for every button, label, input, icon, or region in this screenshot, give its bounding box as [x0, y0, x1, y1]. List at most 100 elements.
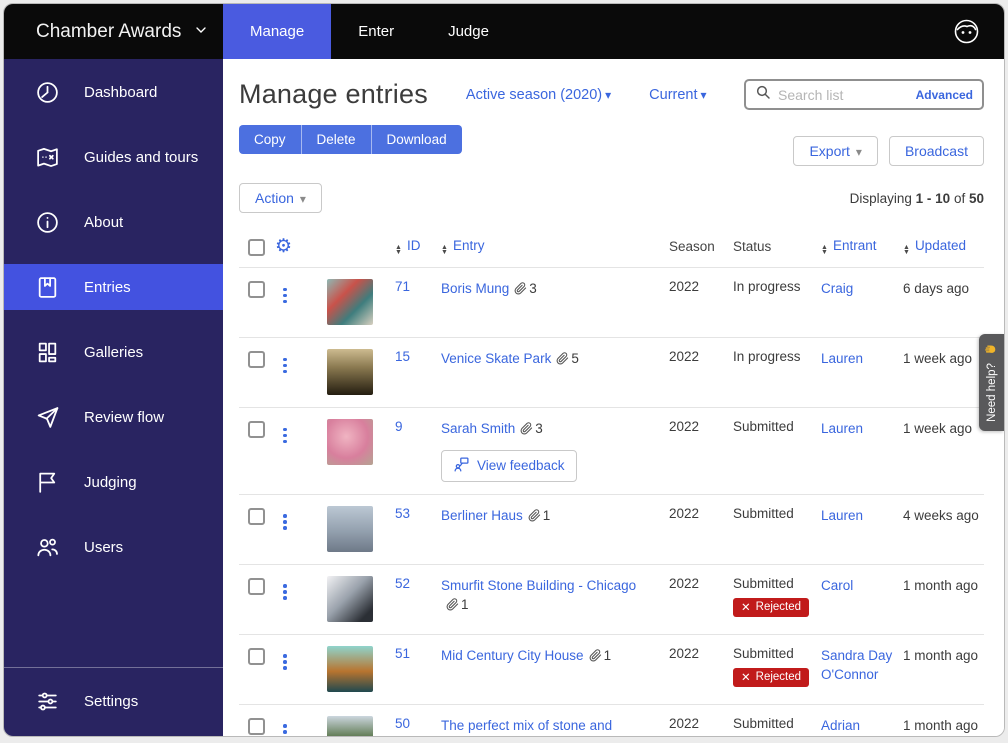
sidebar-item-galleries[interactable]: Galleries: [4, 329, 223, 375]
entry-title-link[interactable]: Mid Century City House: [441, 648, 584, 663]
entry-title-link[interactable]: Sarah Smith: [441, 421, 515, 436]
select-all-checkbox[interactable]: [248, 239, 265, 256]
entrant-link[interactable]: Craig: [821, 281, 853, 296]
org-name: Chamber Awards: [36, 20, 182, 42]
season-cell: 2022: [669, 645, 700, 661]
broadcast-button[interactable]: Broadcast: [888, 136, 984, 166]
status-cell: In progress ✕: [733, 279, 801, 294]
entry-thumbnail[interactable]: [327, 645, 373, 692]
sidebar-item-about[interactable]: About: [4, 199, 223, 245]
entry-id-link[interactable]: 50: [395, 716, 410, 731]
entrant-link[interactable]: Lauren: [821, 508, 863, 523]
sliders-icon: [34, 689, 60, 714]
table-row: 51 Mid Century City House 1 2022 Submitte…: [239, 633, 984, 704]
row-checkbox[interactable]: [248, 647, 265, 665]
season-cell: 2022: [669, 349, 700, 364]
season-cell: 2022: [669, 575, 700, 591]
top-tab-judge[interactable]: Judge: [421, 4, 516, 59]
row-menu-icon[interactable]: [275, 580, 295, 604]
sort-icon: ▲ ▼: [395, 244, 402, 256]
row-menu-icon[interactable]: [275, 510, 295, 534]
entry-title-link[interactable]: Boris Mung: [441, 281, 509, 296]
table-row: 71 Boris Mung3 2022 In progress ✕ Craig …: [239, 267, 984, 337]
entry-id-link[interactable]: 71: [395, 279, 410, 294]
org-switcher[interactable]: Chamber Awards: [4, 4, 223, 59]
entry-title-link[interactable]: Berliner Haus: [441, 508, 523, 523]
row-menu-icon[interactable]: [275, 354, 295, 378]
entrant-link[interactable]: Lauren: [821, 351, 863, 366]
table-row: 15 Venice Skate Park 5 2022 In progress ✕…: [239, 337, 984, 407]
entry-thumbnail[interactable]: [327, 419, 373, 465]
info-icon: [34, 210, 60, 235]
table-row: 53 Berliner Haus 1 2022 Submitted ✕ Laure…: [239, 493, 984, 564]
row-checkbox[interactable]: [248, 717, 265, 735]
bulk-button-group: Copy Delete Download: [239, 125, 462, 154]
sidebar-item-entries[interactable]: Entries: [4, 264, 223, 310]
row-checkbox[interactable]: [248, 507, 265, 525]
entry-id-link[interactable]: 9: [395, 419, 403, 434]
dashboard-icon: [34, 80, 60, 105]
copy-button[interactable]: Copy: [239, 125, 302, 154]
download-button[interactable]: Download: [371, 125, 462, 154]
entry-thumbnail[interactable]: [327, 505, 373, 552]
entrant-link[interactable]: Sandra Day O'Connor: [821, 648, 892, 683]
export-button[interactable]: Export ▾: [793, 136, 878, 166]
advanced-search-link[interactable]: Advanced: [916, 88, 973, 102]
need-help-tab[interactable]: Need help?: [979, 334, 1004, 431]
row-checkbox[interactable]: [248, 421, 265, 438]
user-avatar-icon[interactable]: [953, 18, 980, 45]
page-title: Manage entries: [239, 79, 428, 109]
status-cell: Submitted ✕: [733, 419, 794, 434]
attachment-count: 3: [535, 421, 543, 436]
sidebar-item-settings[interactable]: Settings: [4, 678, 223, 724]
entry-title-link[interactable]: Smurfit Stone Building - Chicago: [441, 578, 636, 593]
entry-thumbnail[interactable]: [327, 279, 373, 325]
attachment-count: 3: [529, 281, 537, 296]
sidebar-item-judging[interactable]: Judging: [4, 459, 223, 505]
row-menu-icon[interactable]: [275, 720, 295, 736]
season-selector[interactable]: Active season (2020) ▾: [466, 87, 611, 103]
entry-id-link[interactable]: 53: [395, 506, 410, 521]
paperclip-icon: [556, 352, 569, 368]
entry-title-link[interactable]: The perfect mix of stone and concrete: [441, 718, 612, 736]
entrant-link[interactable]: Lauren: [821, 421, 863, 436]
wave-hand-icon: [984, 344, 1000, 357]
column-header-id[interactable]: ▲ ▼ ID: [395, 238, 441, 256]
status-cell: Submitted ✕: [733, 715, 794, 731]
entry-id-link[interactable]: 15: [395, 349, 410, 364]
x-icon: ✕: [741, 602, 751, 615]
row-checkbox[interactable]: [248, 351, 265, 368]
row-menu-icon[interactable]: [275, 424, 295, 448]
paperclip-icon: [528, 508, 541, 525]
row-menu-icon[interactable]: [275, 650, 295, 674]
users-icon: [34, 535, 60, 560]
column-header-entrant[interactable]: ▲ ▼ Entrant: [821, 238, 903, 256]
column-header-updated[interactable]: ▲ ▼ Updated: [903, 238, 984, 256]
entry-thumbnail[interactable]: [327, 575, 373, 622]
top-tab-manage[interactable]: Manage: [223, 4, 332, 59]
gear-icon[interactable]: ⚙: [275, 236, 292, 257]
delete-button[interactable]: Delete: [301, 125, 372, 154]
column-header-entry[interactable]: ▲ ▼ Entry: [441, 238, 669, 256]
entry-id-link[interactable]: 52: [395, 576, 410, 591]
sidebar-item-dashboard[interactable]: Dashboard: [4, 69, 223, 115]
sidebar-item-users[interactable]: Users: [4, 524, 223, 570]
entrant-link[interactable]: Carol: [821, 578, 853, 593]
entrant-link[interactable]: Adrian: [821, 718, 860, 733]
current-filter-selector[interactable]: Current ▾: [649, 87, 706, 103]
entry-id-link[interactable]: 51: [395, 646, 410, 661]
top-tab-enter[interactable]: Enter: [331, 4, 421, 59]
search-input[interactable]: [778, 86, 909, 103]
caret-down-icon: ▾: [700, 87, 707, 102]
sidebar-item-guides-and-tours[interactable]: Guides and tours: [4, 134, 223, 180]
sidebar-item-review-flow[interactable]: Review flow: [4, 394, 223, 440]
action-button[interactable]: Action ▾: [239, 183, 322, 213]
toolbar-right: Export ▾ Broadcast: [793, 136, 984, 166]
view-feedback-button[interactable]: View feedback: [441, 449, 577, 482]
entry-title-link[interactable]: Venice Skate Park: [441, 351, 551, 366]
entry-thumbnail[interactable]: [327, 349, 373, 395]
entry-thumbnail[interactable]: [327, 715, 373, 736]
row-checkbox[interactable]: [248, 577, 265, 595]
row-checkbox[interactable]: [248, 281, 265, 298]
row-menu-icon[interactable]: [275, 284, 295, 308]
